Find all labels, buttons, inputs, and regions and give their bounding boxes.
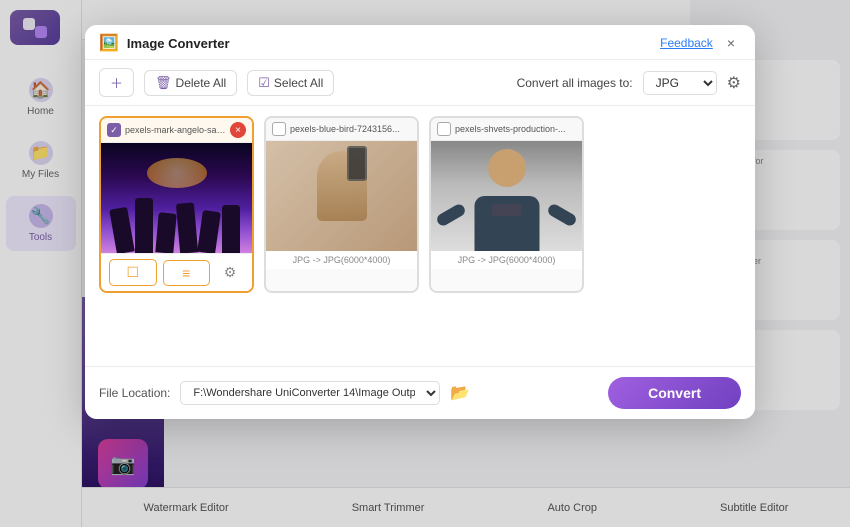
modal-footer: File Location: F:\Wondershare UniConvert… bbox=[85, 366, 755, 419]
add-icon: ＋ bbox=[110, 73, 123, 92]
concert-hands bbox=[101, 193, 252, 253]
file-path-select[interactable]: F:\Wondershare UniConverter 14\Image Out… bbox=[180, 381, 440, 405]
image-card-2[interactable]: pexels-blue-bird-7243156... JPG -> JPG(6… bbox=[264, 116, 419, 293]
image-card-3-filename: pexels-shvets-production-... bbox=[455, 124, 576, 134]
image-grid: ✓ pexels-mark-angelo-sam... × bbox=[85, 106, 755, 366]
image-card-2-checkbox[interactable] bbox=[272, 122, 286, 136]
image-card-2-header: pexels-blue-bird-7243156... bbox=[266, 118, 417, 141]
person-portrait-thumbnail bbox=[431, 141, 582, 251]
image-card-1[interactable]: ✓ pexels-mark-angelo-sam... × bbox=[99, 116, 254, 293]
add-image-button[interactable]: ＋ bbox=[99, 68, 134, 97]
modal-titlebar: 🖼️ Image Converter Feedback × bbox=[85, 25, 755, 60]
image-card-3-footer: JPG -> JPG(6000*4000) bbox=[431, 251, 582, 269]
format-settings-button[interactable]: ⚙ bbox=[727, 73, 741, 93]
check-mark-icon: ✓ bbox=[110, 125, 118, 136]
phone-device bbox=[347, 146, 367, 181]
image-card-1-remove[interactable]: × bbox=[230, 122, 246, 138]
hand-4 bbox=[176, 202, 198, 253]
delete-all-button[interactable]: 🗑 Delete All bbox=[144, 70, 237, 96]
hand-6 bbox=[222, 205, 240, 253]
image-card-2-footer: JPG -> JPG(6000*4000) bbox=[266, 251, 417, 269]
image-card-1-header: ✓ pexels-mark-angelo-sam... × bbox=[101, 118, 252, 143]
hand-1 bbox=[109, 207, 135, 253]
image-card-1-checkbox[interactable]: ✓ bbox=[107, 123, 121, 137]
image-card-3-checkbox[interactable] bbox=[437, 122, 451, 136]
select-all-button[interactable]: ☑ Select All bbox=[247, 70, 334, 96]
image-converter-modal: 🖼️ Image Converter Feedback × ＋ 🗑 Delete… bbox=[85, 25, 755, 419]
portrait-head bbox=[488, 149, 526, 187]
collar bbox=[492, 204, 522, 216]
delete-all-label: Delete All bbox=[176, 76, 227, 90]
browse-folder-button[interactable]: 📂 bbox=[450, 383, 470, 403]
image-card-3-header: pexels-shvets-production-... bbox=[431, 118, 582, 141]
image-card-2-filename: pexels-blue-bird-7243156... bbox=[290, 124, 411, 134]
image-card-1-actions: ☐ ≡ ⚙ bbox=[101, 253, 252, 291]
concert-thumbnail bbox=[101, 143, 252, 253]
image-card-3[interactable]: pexels-shvets-production-... JPG -> JPG(… bbox=[429, 116, 584, 293]
select-icon: ☑ bbox=[258, 75, 270, 91]
modal-overlay: 🖼️ Image Converter Feedback × ＋ 🗑 Delete… bbox=[0, 0, 850, 527]
modal-title: Image Converter bbox=[127, 36, 230, 51]
format-select[interactable]: JPG PNG BMP WEBP TIFF bbox=[643, 71, 717, 95]
modal-icon: 🖼️ bbox=[99, 33, 119, 53]
convert-all-images-label: Convert all images to: bbox=[517, 76, 633, 90]
titlebar-right: Feedback × bbox=[660, 33, 741, 53]
card-settings-button[interactable]: ⚙ bbox=[216, 260, 244, 285]
hand-5 bbox=[197, 210, 221, 253]
titlebar-left: 🖼️ Image Converter bbox=[99, 33, 230, 53]
modal-close-button[interactable]: × bbox=[721, 33, 741, 53]
image-card-1-filename: pexels-mark-angelo-sam... bbox=[125, 125, 226, 135]
adjust-action-button[interactable]: ≡ bbox=[163, 260, 211, 286]
file-location-label: File Location: bbox=[99, 386, 170, 400]
crop-action-button[interactable]: ☐ bbox=[109, 259, 157, 286]
modal-toolbar: ＋ 🗑 Delete All ☑ Select All Convert all … bbox=[85, 60, 755, 106]
hand-3 bbox=[155, 212, 176, 253]
hand-2 bbox=[135, 198, 153, 253]
convert-button[interactable]: Convert bbox=[608, 377, 741, 409]
feedback-link[interactable]: Feedback bbox=[660, 36, 713, 50]
person-phone-thumbnail bbox=[266, 141, 417, 251]
select-all-label: Select All bbox=[274, 76, 323, 90]
portrait-body bbox=[474, 196, 539, 251]
concert-light bbox=[147, 158, 207, 188]
delete-icon: 🗑 bbox=[155, 75, 172, 91]
